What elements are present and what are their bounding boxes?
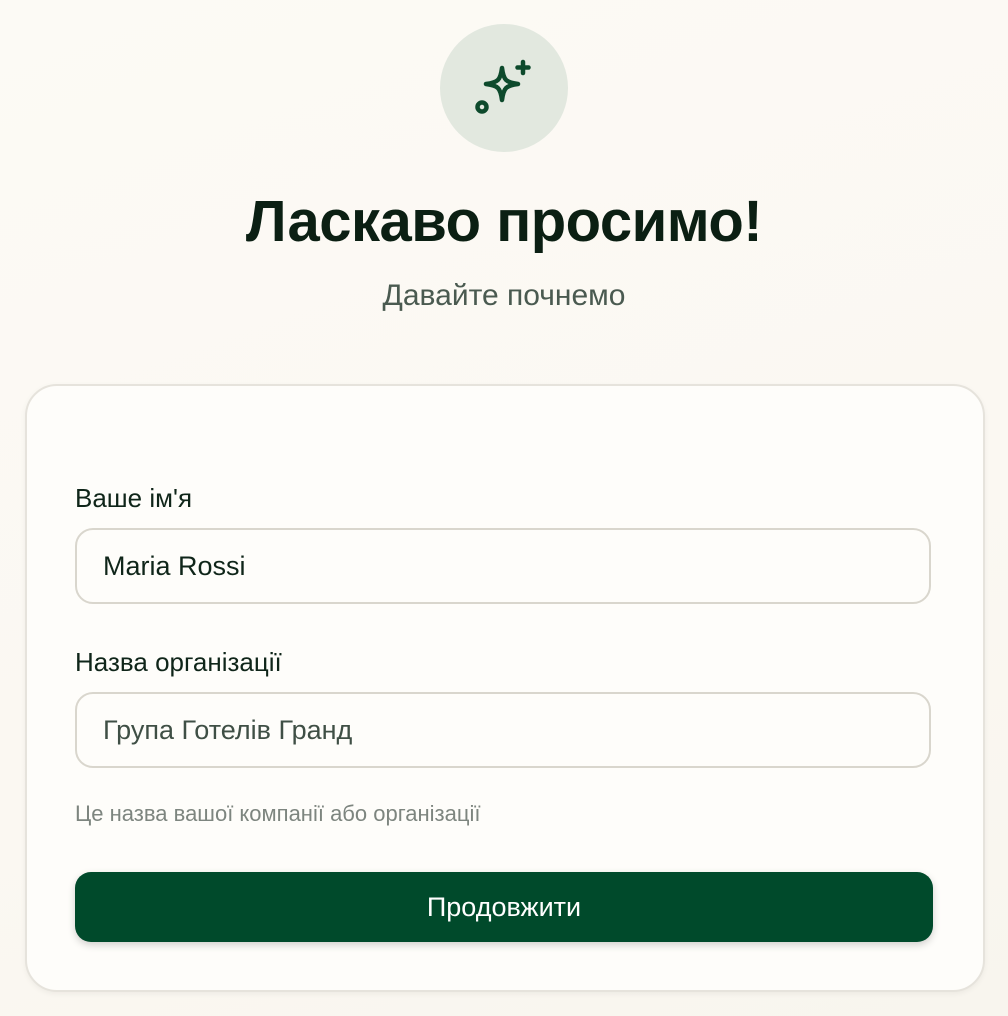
name-input[interactable] xyxy=(75,528,931,604)
continue-button[interactable]: Продовжити xyxy=(75,872,933,942)
sparkles-icon xyxy=(475,59,531,114)
organization-helper-text: Це назва вашої компанії або організації xyxy=(75,801,481,826)
logo-badge xyxy=(440,24,568,152)
page-title: Ласкаво просимо! xyxy=(245,189,763,254)
name-label: Ваше ім'я xyxy=(75,483,193,513)
page-subtitle: Давайте почнемо xyxy=(382,279,626,312)
onboarding-page: Ласкаво просимо! Давайте почнемо Ваше ім… xyxy=(0,0,1008,1016)
organization-label: Назва організації xyxy=(75,647,282,677)
onboarding-form-card: Ваше ім'я Назва організації Це назва ваш… xyxy=(25,384,985,992)
organization-input[interactable] xyxy=(75,692,931,768)
